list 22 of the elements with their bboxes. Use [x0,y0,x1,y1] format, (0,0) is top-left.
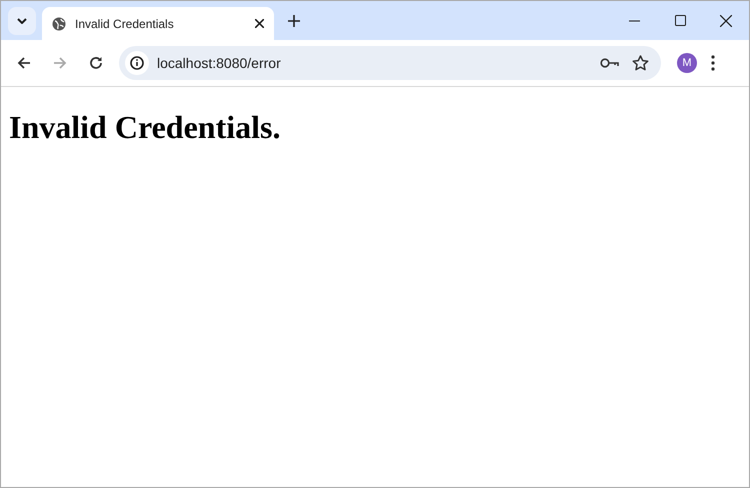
page-heading: Invalid Credentials. [9,108,282,147]
maximize-icon [674,15,686,26]
menu-icon[interactable] [711,55,715,71]
tab-title: Invalid Credentials [75,16,175,32]
caret-icon [17,18,27,24]
forward-icon [53,56,67,70]
close-icon [720,14,732,26]
star-icon[interactable] [632,55,649,71]
close-icon[interactable] [255,19,264,28]
site-info-button[interactable] [125,51,149,75]
profile-avatar[interactable]: M [677,53,697,73]
info-icon [130,56,144,70]
reload-icon [89,56,103,70]
browser-tab[interactable]: Invalid Credentials [42,7,274,40]
address-bar[interactable]: localhost:8080/error [119,46,661,80]
minimize-icon [628,20,640,22]
key-icon[interactable] [600,58,619,68]
plus-icon [288,14,300,26]
back-icon [17,56,31,70]
tab-search-button[interactable] [8,7,36,35]
url-text: localhost:8080/error [157,54,281,72]
globe-icon [52,16,66,30]
